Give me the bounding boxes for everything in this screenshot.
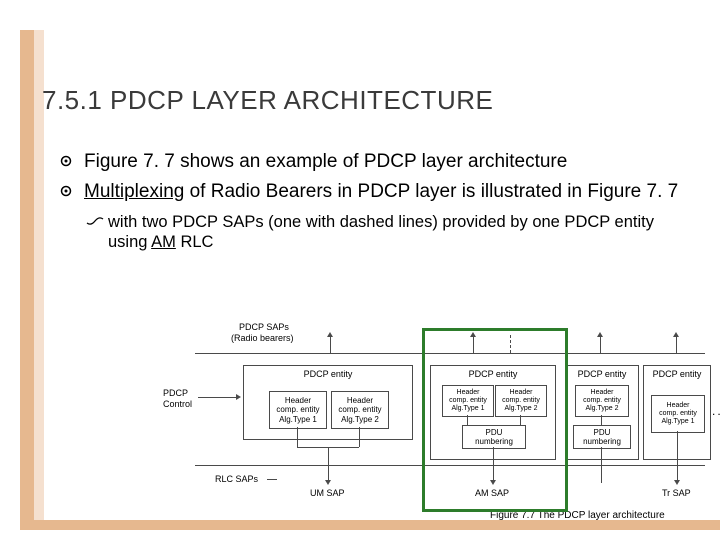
arrow-down-tr [674, 480, 680, 485]
bullet-icon [60, 150, 84, 174]
radio-bearers-label: (Radio bearers) [231, 334, 294, 344]
highlight-green-box [422, 328, 568, 512]
sap-line-um [330, 335, 331, 353]
control-arrow-line [198, 397, 238, 398]
sap-arrow-tr [673, 332, 679, 337]
bullet-text-2-rest: of Radio Bearers in PDCP layer is illust… [184, 181, 678, 202]
header-comp-alg2-um: Header comp. entity Alg.Type 2 [331, 391, 389, 429]
control-arrow-head [236, 394, 241, 400]
header-comp-alg1-um: Header comp. entity Alg.Type 1 [269, 391, 327, 429]
conn-e3-1 [601, 415, 602, 425]
slide-title: 7.5.1 PDCP LAYER ARCHITECTURE [42, 85, 493, 116]
underlined-multiplexing: Multiplexing [84, 181, 184, 202]
arrow-down-um [325, 480, 331, 485]
conn-e3-2 [601, 447, 602, 483]
pdu-numbering-e3: PDU numbering [573, 425, 631, 449]
sub-text-post: RLC [176, 233, 214, 251]
conn-4 [328, 447, 329, 483]
dots-right: ... [712, 405, 720, 418]
rlc-pointer [267, 479, 277, 480]
bullet-text-1: Figure 7. 7 shows an example of PDCP lay… [84, 150, 680, 174]
sub-bullet-text: with two PDCP SAPs (one with dashed line… [108, 212, 680, 253]
underlined-am: AM [151, 233, 176, 251]
swash-bullet-icon [86, 212, 108, 253]
pdcp-saps-label: PDCP SAPs [239, 323, 289, 333]
body-text: Figure 7. 7 shows an example of PDCP lay… [60, 150, 680, 253]
rlc-saps-label: RLC SAPs [215, 475, 258, 485]
header-comp-alg2-e3: Header comp. entity Alg.Type 2 [575, 385, 629, 417]
bullet-item-2: Multiplexing of Radio Bearers in PDCP la… [60, 180, 680, 204]
sub-bullet-item-1: with two PDCP SAPs (one with dashed line… [86, 212, 680, 253]
sap-arrow-3 [597, 332, 603, 337]
um-sap-label: UM SAP [310, 489, 345, 499]
sap-arrow-up-um [327, 332, 333, 337]
sap-line-3 [600, 335, 601, 353]
sub-bullet-list: with two PDCP SAPs (one with dashed line… [86, 212, 680, 253]
bullet-item-1: Figure 7. 7 shows an example of PDCP lay… [60, 150, 680, 174]
conn-2 [359, 427, 360, 447]
bullet-icon [60, 180, 84, 204]
conn-1 [297, 427, 298, 447]
pdcp-control-label-1: PDCP [163, 389, 188, 399]
sap-line-tr [676, 335, 677, 353]
figure-7-7: PDCP SAPs (Radio bearers) PDCP Control P… [165, 315, 705, 525]
pdcp-control-label-2: Control [163, 400, 192, 410]
bullet-text-2: Multiplexing of Radio Bearers in PDCP la… [84, 180, 680, 204]
conn-tr-1 [677, 431, 678, 483]
tr-sap-label: Tr SAP [662, 489, 691, 499]
header-comp-alg1-tr: Header comp. entity Alg.Type 1 [651, 395, 705, 433]
